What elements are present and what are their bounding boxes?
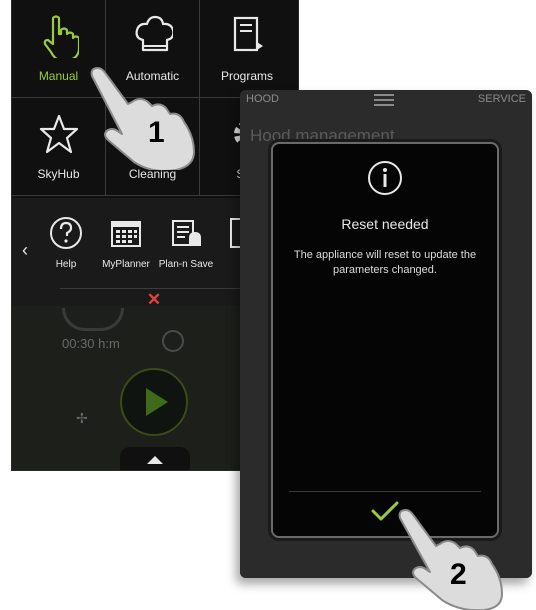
timer-readout: 00:30 h:m bbox=[62, 336, 120, 351]
tile-label: Programs bbox=[220, 69, 273, 83]
dialog-title: Reset needed bbox=[341, 216, 429, 232]
toolbar-divider bbox=[60, 288, 250, 289]
info-icon bbox=[368, 161, 402, 195]
top-tabs: HOOD SERVICE bbox=[240, 90, 532, 110]
hand-pointer-annotation-1: 1 bbox=[90, 67, 195, 170]
step-number-2: 2 bbox=[450, 558, 467, 591]
star-icon bbox=[39, 114, 78, 154]
clock-icon bbox=[162, 330, 184, 352]
play-icon bbox=[146, 388, 168, 416]
chevron-up-icon bbox=[147, 456, 163, 464]
plan-n-save-label: Plan-n Save bbox=[158, 259, 214, 270]
tile-programs[interactable]: Programs bbox=[200, 0, 294, 98]
reset-dialog: Reset needed The appliance will reset to… bbox=[271, 142, 499, 538]
question-icon bbox=[50, 217, 82, 249]
step-number-1: 1 bbox=[148, 116, 165, 149]
check-icon bbox=[371, 501, 399, 521]
dialog-divider bbox=[289, 491, 481, 492]
chef-hat-icon bbox=[135, 15, 173, 52]
hand-pointer-annotation-2: 2 bbox=[398, 509, 503, 610]
menu-icon[interactable] bbox=[374, 94, 394, 106]
help-button[interactable]: Help bbox=[38, 216, 94, 270]
planner-icon bbox=[172, 220, 201, 246]
tab-service[interactable]: SERVICE bbox=[478, 93, 526, 105]
plan-n-save-button[interactable]: Plan-n Save bbox=[158, 216, 214, 270]
right-device-screen: HOOD SERVICE Hood management Reset neede… bbox=[240, 90, 532, 578]
myplanner-label: MyPlanner bbox=[102, 259, 150, 270]
myplanner-button[interactable]: MyPlanner bbox=[98, 216, 154, 270]
tab-hood[interactable]: HOOD bbox=[246, 93, 279, 105]
start-button[interactable] bbox=[120, 368, 188, 436]
prev-arrow-icon[interactable]: ‹ bbox=[22, 240, 28, 261]
hand-pointer-icon bbox=[43, 15, 79, 58]
fan-icon: ✢ bbox=[76, 410, 88, 426]
ghost-dial bbox=[62, 308, 124, 331]
help-label: Help bbox=[55, 259, 77, 270]
book-icon bbox=[233, 16, 263, 52]
calendar-icon bbox=[111, 221, 141, 247]
dialog-message: The appliance will reset to update the p… bbox=[293, 249, 477, 276]
